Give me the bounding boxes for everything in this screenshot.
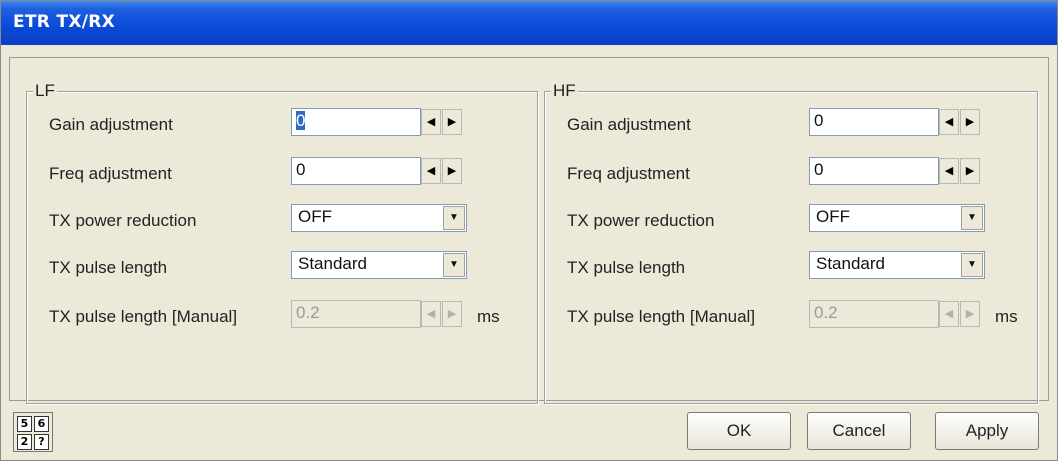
ok-button[interactable]: OK xyxy=(687,412,791,450)
dialog-body: LF Gain adjustment 0 ◀ ▶ Freq adjustment… xyxy=(9,57,1049,404)
arrow-right-icon[interactable]: ▶ xyxy=(960,158,980,184)
lf-manual-unit: ms xyxy=(477,307,500,326)
lf-group: LF Gain adjustment 0 ◀ ▶ Freq adjustment… xyxy=(26,81,538,404)
help-digit: 2 xyxy=(17,434,32,450)
lf-pulse-label: TX pulse length xyxy=(49,258,168,277)
hf-pulse-row: TX pulse length Standard ▼ xyxy=(545,251,1037,285)
lf-pulse-select[interactable]: Standard ▼ xyxy=(291,251,467,279)
dialog-window: ETR TX/RX LF Gain adjustment 0 ◀ ▶ Freq … xyxy=(0,0,1058,461)
arrow-right-icon: ▶ xyxy=(960,301,980,327)
lf-manual-label: TX pulse length [Manual] xyxy=(49,307,238,326)
lf-power-select[interactable]: OFF ▼ xyxy=(291,204,467,232)
arrow-left-icon: ◀ xyxy=(421,301,441,327)
hf-power-select[interactable]: OFF ▼ xyxy=(809,204,985,232)
chevron-down-icon[interactable]: ▼ xyxy=(961,206,983,230)
cancel-button[interactable]: Cancel xyxy=(807,412,911,450)
lf-gain-label: Gain adjustment xyxy=(49,115,173,134)
chevron-down-icon[interactable]: ▼ xyxy=(443,253,465,277)
help-digit: ? xyxy=(34,434,49,450)
lf-group-title: LF xyxy=(33,81,57,101)
lf-freq-spinner: ◀ ▶ xyxy=(421,158,463,184)
chevron-down-icon[interactable]: ▼ xyxy=(961,253,983,277)
arrow-left-icon[interactable]: ◀ xyxy=(939,158,959,184)
dialog-footer: 5 6 2 ? OK Cancel Apply xyxy=(9,406,1049,458)
hf-manual-label: TX pulse length [Manual] xyxy=(567,307,756,326)
lf-gain-value: 0 xyxy=(296,111,306,130)
window-title: ETR TX/RX xyxy=(13,12,116,32)
lf-power-row: TX power reduction OFF ▼ xyxy=(27,204,537,238)
hf-group: HF Gain adjustment 0 ◀ ▶ Freq adjustment… xyxy=(544,81,1038,404)
hf-gain-input[interactable]: 0 xyxy=(809,108,939,136)
hf-power-label: TX power reduction xyxy=(567,211,715,230)
hf-manual-spinner: ◀ ▶ xyxy=(939,301,981,327)
apply-button[interactable]: Apply xyxy=(935,412,1039,450)
hf-gain-label: Gain adjustment xyxy=(567,115,691,134)
lf-freq-label: Freq adjustment xyxy=(49,164,172,183)
lf-freq-input[interactable]: 0 xyxy=(291,157,421,185)
lf-pulse-value: Standard xyxy=(298,254,367,273)
hf-gain-spinner: ◀ ▶ xyxy=(939,109,981,135)
hf-gain-row: Gain adjustment 0 ◀ ▶ xyxy=(545,108,1037,142)
chevron-down-icon[interactable]: ▼ xyxy=(443,206,465,230)
hf-manual-unit: ms xyxy=(995,307,1018,326)
arrow-left-icon[interactable]: ◀ xyxy=(939,109,959,135)
hf-freq-row: Freq adjustment 0 ◀ ▶ xyxy=(545,157,1037,191)
lf-pulse-row: TX pulse length Standard ▼ xyxy=(27,251,537,285)
arrow-right-icon[interactable]: ▶ xyxy=(960,109,980,135)
help-grid-icon[interactable]: 5 6 2 ? xyxy=(13,412,53,452)
hf-freq-spinner: ◀ ▶ xyxy=(939,158,981,184)
hf-power-row: TX power reduction OFF ▼ xyxy=(545,204,1037,238)
lf-power-label: TX power reduction xyxy=(49,211,197,230)
help-digit: 6 xyxy=(34,416,49,432)
hf-power-value: OFF xyxy=(816,207,850,226)
lf-gain-row: Gain adjustment 0 ◀ ▶ xyxy=(27,108,537,142)
help-digit: 5 xyxy=(17,416,32,432)
lf-power-value: OFF xyxy=(298,207,332,226)
arrow-left-icon[interactable]: ◀ xyxy=(421,109,441,135)
hf-pulse-value: Standard xyxy=(816,254,885,273)
lf-manual-spinner: ◀ ▶ xyxy=(421,301,463,327)
arrow-left-icon[interactable]: ◀ xyxy=(421,158,441,184)
hf-freq-input[interactable]: 0 xyxy=(809,157,939,185)
lf-manual-row: TX pulse length [Manual] 0.2 ◀ ▶ ms xyxy=(27,300,537,334)
arrow-right-icon[interactable]: ▶ xyxy=(442,158,462,184)
lf-gain-spinner: ◀ ▶ xyxy=(421,109,463,135)
hf-pulse-label: TX pulse length xyxy=(567,258,686,277)
hf-manual-row: TX pulse length [Manual] 0.2 ◀ ▶ ms xyxy=(545,300,1037,334)
arrow-right-icon: ▶ xyxy=(442,301,462,327)
lf-gain-input[interactable]: 0 xyxy=(291,108,421,136)
hf-freq-label: Freq adjustment xyxy=(567,164,690,183)
hf-pulse-select[interactable]: Standard ▼ xyxy=(809,251,985,279)
lf-manual-input: 0.2 xyxy=(291,300,421,328)
lf-freq-row: Freq adjustment 0 ◀ ▶ xyxy=(27,157,537,191)
arrow-left-icon: ◀ xyxy=(939,301,959,327)
hf-group-title: HF xyxy=(551,81,578,101)
arrow-right-icon[interactable]: ▶ xyxy=(442,109,462,135)
hf-manual-input: 0.2 xyxy=(809,300,939,328)
title-bar[interactable]: ETR TX/RX xyxy=(1,1,1057,45)
